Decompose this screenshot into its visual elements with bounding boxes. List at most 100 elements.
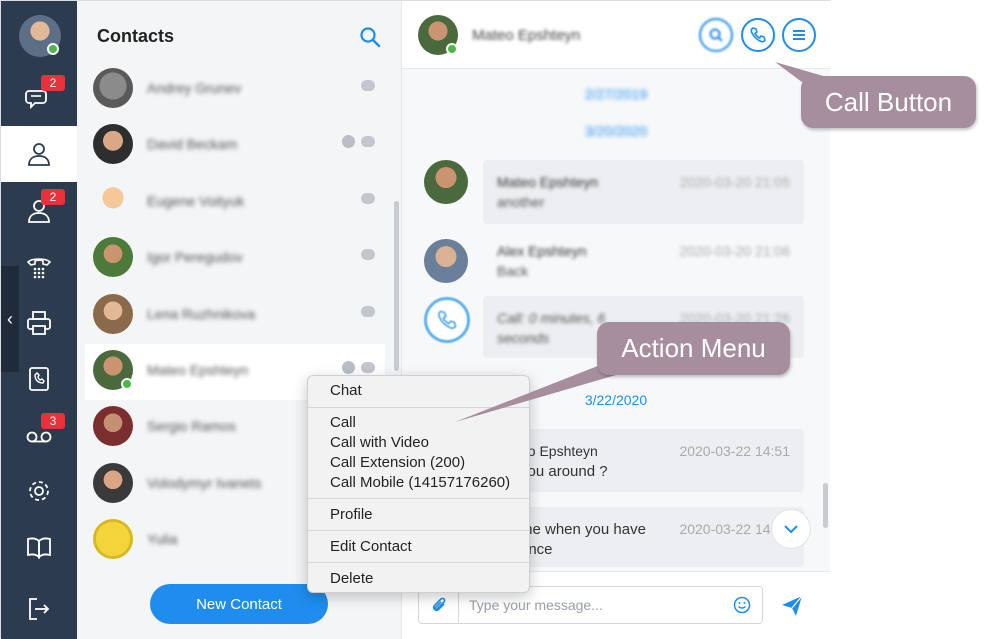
contacts-scrollbar[interactable] — [394, 201, 399, 371]
contact-avatar — [93, 350, 133, 390]
message-time: 2020-03-20 21:06 — [679, 243, 790, 259]
contact-avatar — [93, 68, 133, 108]
contact-name: Igor Peregudov — [147, 249, 243, 265]
nav-help[interactable] — [1, 519, 77, 575]
chat-scrollbar[interactable] — [823, 483, 828, 528]
phone-icon — [437, 310, 457, 330]
emoji-icon[interactable] — [733, 596, 751, 614]
chats-badge: 2 — [41, 75, 65, 91]
phone-log-icon — [29, 367, 49, 391]
nav-settings[interactable] — [1, 463, 77, 519]
contact-row[interactable]: Igor Peregudov — [85, 231, 385, 287]
menu-item-call[interactable]: Call — [330, 414, 356, 431]
date-separator: 3/20/2020 — [584, 123, 648, 139]
contact-row[interactable]: Andrey Grunev — [85, 62, 385, 118]
call-button[interactable] — [741, 18, 775, 52]
callout-action-menu: Action Menu — [597, 322, 790, 375]
menu-divider — [308, 530, 529, 531]
message-text: another — [497, 194, 545, 210]
menu-item-call-with-video[interactable]: Call with Video — [330, 434, 429, 451]
contact-name: Lena Ruzhnikova — [147, 306, 256, 322]
chevron-down-icon — [784, 525, 798, 534]
book-icon — [27, 537, 51, 560]
contact-row[interactable]: Lena Ruzhnikova — [85, 288, 385, 344]
contact-person-icon — [28, 143, 50, 166]
nav-contact-requests[interactable]: 2 — [1, 183, 77, 239]
scroll-to-bottom-button[interactable] — [771, 509, 811, 549]
user-avatar[interactable] — [19, 15, 61, 57]
date-separator: 2/27/2019 — [584, 86, 648, 102]
chat-bubble-icon[interactable] — [361, 249, 375, 260]
contact-row[interactable]: Eugene Voityuk — [85, 175, 385, 231]
app-window: 2 2 3 ‹ Contacts Andrey Grunev David Bec… — [0, 0, 830, 639]
contact-name: Sergio Ramos — [147, 418, 236, 434]
callout-call-button: Call Button — [801, 76, 976, 128]
message-time: 2020-03-20 21:05 — [679, 174, 790, 190]
menu-divider — [308, 498, 529, 499]
contact-name: Eugene Voityuk — [147, 193, 245, 209]
menu-button[interactable] — [782, 18, 816, 52]
menu-item-chat[interactable]: Chat — [330, 382, 362, 399]
contact-avatar — [93, 237, 133, 277]
collapse-sidebar-button[interactable]: ‹ — [1, 266, 19, 372]
call-log-icon — [424, 297, 470, 343]
contact-name: Volodymyr Ivanets — [147, 475, 262, 491]
contact-avatar — [93, 294, 133, 334]
contact-avatar — [93, 406, 133, 446]
search-icon[interactable] — [359, 26, 381, 48]
online-status-dot — [47, 43, 59, 55]
message-sender: Alex Epshteyn — [497, 243, 587, 259]
message-bubble: Alex Epshteyn Back 2020-03-20 21:06 — [483, 229, 804, 289]
send-icon[interactable] — [780, 594, 804, 618]
phone-icon — [750, 27, 766, 43]
contact-avatar — [93, 124, 133, 164]
menu-item-delete[interactable]: Delete — [330, 570, 373, 587]
left-nav: 2 2 3 ‹ — [1, 1, 77, 639]
message-bubble: eo Epshteyn you around ? 2020-03-22 14:5… — [483, 429, 804, 492]
nav-contacts[interactable] — [1, 126, 77, 182]
menu-item-call-mobile[interactable]: Call Mobile (14157176260) — [330, 474, 510, 491]
contacts-title: Contacts — [97, 26, 175, 46]
nav-voicemail[interactable]: 3 — [1, 407, 77, 463]
contact-row[interactable]: David Beckam — [85, 118, 385, 174]
chat-bubble-icon[interactable] — [361, 306, 375, 317]
online-status-dot — [121, 378, 133, 390]
menu-item-profile[interactable]: Profile — [330, 506, 373, 523]
chat-bubble-icon[interactable] — [361, 193, 375, 204]
message-text: you around ? — [520, 463, 608, 480]
message-bubble: me when you have ance 2020-03-22 14:52 — [483, 507, 804, 567]
chat-bubble-icon[interactable] — [361, 362, 375, 373]
message-sender: eo Epshteyn — [520, 443, 598, 459]
chat-contact-avatar[interactable] — [418, 15, 458, 55]
contacts-badge: 2 — [41, 189, 65, 205]
contact-avatar — [93, 519, 133, 559]
chat-header: Mateo Epshteyn — [402, 1, 830, 69]
message-avatar — [424, 160, 468, 204]
menu-divider — [308, 407, 529, 408]
globe-icon — [342, 361, 355, 374]
globe-icon — [342, 135, 355, 148]
contact-name: Mateo Epshteyn — [147, 362, 249, 378]
menu-item-edit-contact[interactable]: Edit Contact — [330, 538, 412, 555]
message-sender: Mateo Epshteyn — [497, 174, 599, 190]
voicemail-badge: 3 — [41, 413, 65, 429]
chat-search-button[interactable] — [699, 18, 733, 52]
paperclip-icon — [432, 597, 445, 612]
message-time: 2020-03-22 14:51 — [679, 443, 790, 459]
chevron-left-icon: ‹ — [7, 308, 13, 329]
menu-divider — [308, 562, 529, 563]
search-icon — [709, 28, 723, 42]
logout-icon — [29, 598, 50, 620]
new-contact-button[interactable]: New Contact — [150, 584, 328, 624]
message-text: me when you have — [520, 521, 646, 538]
contact-name: David Beckam — [147, 136, 238, 152]
menu-item-call-extension[interactable]: Call Extension (200) — [330, 454, 465, 471]
message-avatar — [424, 239, 468, 283]
message-text: Back — [497, 263, 529, 279]
chat-bubble-icon[interactable] — [361, 80, 375, 91]
nav-logout[interactable] — [1, 581, 77, 637]
hamburger-menu-icon — [793, 30, 805, 40]
contact-action-menu: Chat Call Call with Video Call Extension… — [307, 375, 530, 593]
chat-bubble-icon[interactable] — [361, 136, 375, 147]
nav-chats[interactable]: 2 — [1, 69, 77, 125]
